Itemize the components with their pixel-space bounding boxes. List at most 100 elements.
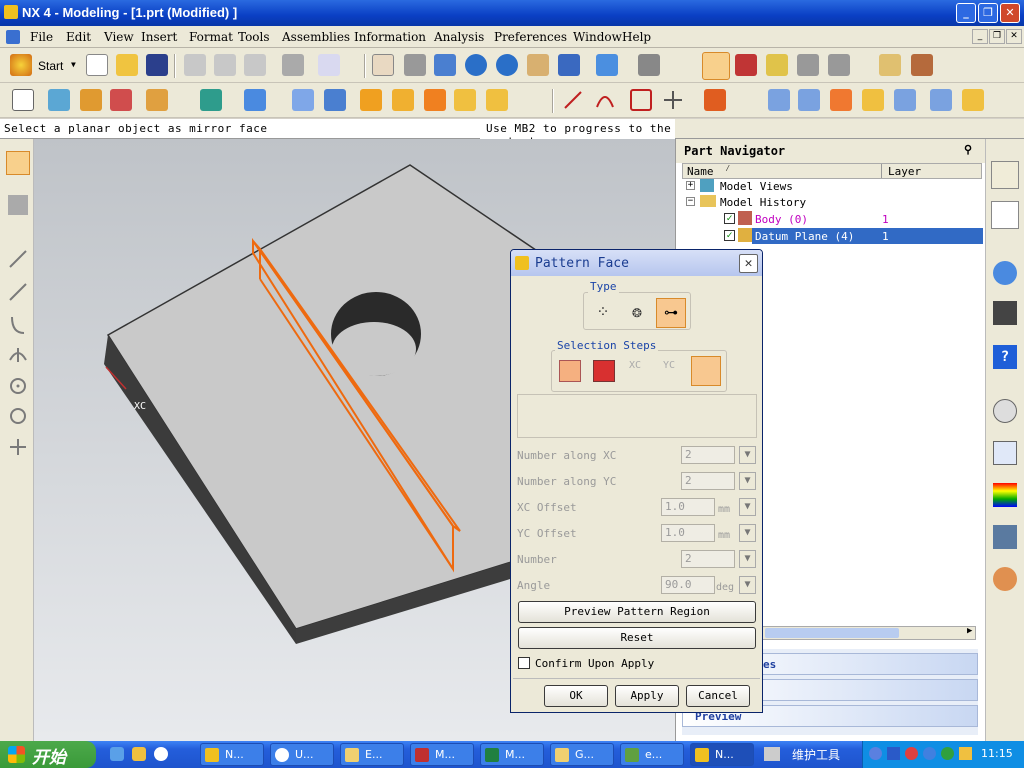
palette-icon[interactable] [993, 483, 1017, 507]
menu-format[interactable]: Format [189, 30, 233, 44]
yc-offset-arrow-icon[interactable]: ▼ [739, 524, 756, 542]
doc-restore-button[interactable]: ❐ [989, 29, 1005, 44]
select-filter-icon[interactable] [8, 195, 28, 215]
trim-body-icon[interactable] [424, 89, 446, 111]
draft-icon[interactable] [392, 89, 414, 111]
quick-launch-explorer-icon[interactable] [110, 747, 124, 761]
snap-point-icon[interactable] [702, 52, 730, 80]
open-folder-icon[interactable] [116, 54, 138, 76]
region-step-icon[interactable] [593, 360, 615, 382]
yc-offset-field[interactable]: 1.0 [661, 524, 715, 542]
number-along-xc-arrow-icon[interactable]: ▼ [739, 446, 756, 464]
expand-icon[interactable]: + [686, 181, 695, 190]
horizontal-scrollbar[interactable]: ▶ [760, 626, 976, 640]
keyboard-icon[interactable] [764, 747, 780, 761]
preview-pattern-region-button[interactable]: Preview Pattern Region [518, 601, 756, 623]
column-layer[interactable]: Layer [888, 165, 921, 178]
xc-offset-field[interactable]: 1.0 [661, 498, 715, 516]
tray-shield-icon[interactable] [959, 747, 972, 760]
ok-button[interactable]: OK [544, 685, 608, 707]
apply-button[interactable]: Apply [615, 685, 679, 707]
tree-item-model-views[interactable]: Model Views [720, 180, 793, 193]
polygon-icon[interactable] [630, 89, 652, 111]
split-body-icon[interactable] [454, 89, 476, 111]
ruled-icon[interactable] [862, 89, 884, 111]
menu-edit[interactable]: Edit [66, 30, 91, 44]
angle-arrow-icon[interactable]: ▼ [739, 576, 756, 594]
cancel-button[interactable]: Cancel [686, 685, 750, 707]
perspective-icon[interactable] [558, 54, 580, 76]
menu-tools[interactable]: Tools [238, 30, 270, 44]
doc-close-button[interactable]: ✕ [1006, 29, 1022, 44]
part-navigator-icon[interactable] [991, 201, 1019, 229]
zoom-box-icon[interactable] [404, 54, 426, 76]
tray-arrow-icon[interactable] [869, 747, 882, 760]
start-button[interactable]: Start [38, 59, 63, 73]
column-name[interactable]: Name [687, 165, 714, 178]
arc-tool-icon[interactable] [8, 344, 28, 364]
number-arrow-icon[interactable]: ▼ [739, 550, 756, 568]
angle-field[interactable]: 90.0 [661, 576, 715, 594]
training-icon[interactable] [993, 301, 1017, 325]
polyline-icon[interactable] [8, 282, 28, 302]
menu-preferences[interactable]: Preferences [494, 30, 567, 44]
mirror-plane-step-icon[interactable] [691, 356, 721, 386]
spline-icon[interactable] [8, 315, 28, 335]
layer-icon[interactable] [766, 54, 788, 76]
step-xc-label[interactable]: XC [629, 360, 641, 371]
pin-icon[interactable]: ⚲ [964, 143, 972, 156]
quick-launch-messenger-icon[interactable] [132, 747, 146, 761]
line-icon[interactable] [8, 249, 28, 269]
history-icon[interactable] [993, 399, 1017, 423]
wcs-icon[interactable] [735, 54, 757, 76]
doc-minimize-button[interactable]: _ [972, 29, 988, 44]
xc-offset-arrow-icon[interactable]: ▼ [739, 498, 756, 516]
circle-center-icon[interactable] [8, 376, 28, 396]
quick-launch-ie-icon[interactable] [154, 747, 168, 761]
reset-button[interactable]: Reset [518, 627, 756, 649]
menu-information[interactable]: Information [354, 30, 426, 44]
measure-distance-icon[interactable] [879, 54, 901, 76]
unite-icon[interactable] [200, 89, 222, 111]
collapse-icon[interactable]: − [686, 197, 695, 206]
circular-array-icon[interactable]: ❂ [623, 298, 651, 326]
checkbox-datum-plane[interactable]: ✓ [724, 230, 735, 241]
show-hide-icon[interactable] [797, 54, 819, 76]
offset-face-icon[interactable] [244, 89, 266, 111]
confirm-upon-apply-checkbox[interactable] [518, 657, 530, 669]
step-yc-label[interactable]: YC [663, 360, 675, 371]
sweep-icon[interactable] [110, 89, 132, 111]
menu-window[interactable]: Window [573, 30, 622, 44]
menu-analysis[interactable]: Analysis [434, 30, 484, 44]
web-browser-icon[interactable] [993, 261, 1017, 285]
extrude-icon[interactable] [48, 89, 70, 111]
select-tool-icon[interactable] [318, 54, 340, 76]
zoom-window-icon[interactable] [434, 54, 456, 76]
tray-at-icon[interactable] [941, 747, 954, 760]
roles-icon[interactable] [993, 567, 1017, 591]
paste-icon[interactable] [244, 54, 266, 76]
number-along-yc-field[interactable]: 2 [681, 472, 735, 490]
undo-icon[interactable] [282, 54, 304, 76]
cut-icon[interactable] [184, 54, 206, 76]
point-icon[interactable] [662, 89, 684, 111]
number-along-yc-arrow-icon[interactable]: ▼ [739, 472, 756, 490]
menu-assemblies[interactable]: Assemblies [282, 30, 350, 44]
close-button[interactable]: ✕ [1000, 3, 1020, 23]
line-icon[interactable] [562, 89, 584, 111]
task-nx-1[interactable]: N... [200, 743, 264, 766]
toolbar-app-label[interactable]: 维护工具 [792, 746, 840, 763]
bounded-plane-icon[interactable] [894, 89, 916, 111]
tray-antivirus-icon[interactable] [905, 747, 918, 760]
hole-icon[interactable] [146, 89, 168, 111]
face-step-icon[interactable] [559, 360, 581, 382]
copy-icon[interactable] [214, 54, 236, 76]
blank-icon[interactable] [828, 54, 850, 76]
through-curves-icon[interactable] [768, 89, 790, 111]
new-file-icon[interactable] [86, 54, 108, 76]
menu-insert[interactable]: Insert [141, 30, 177, 44]
pan-icon[interactable] [527, 54, 549, 76]
edge-blend-icon[interactable] [324, 89, 346, 111]
task-g[interactable]: G... [550, 743, 614, 766]
fit-icon[interactable] [372, 54, 394, 76]
